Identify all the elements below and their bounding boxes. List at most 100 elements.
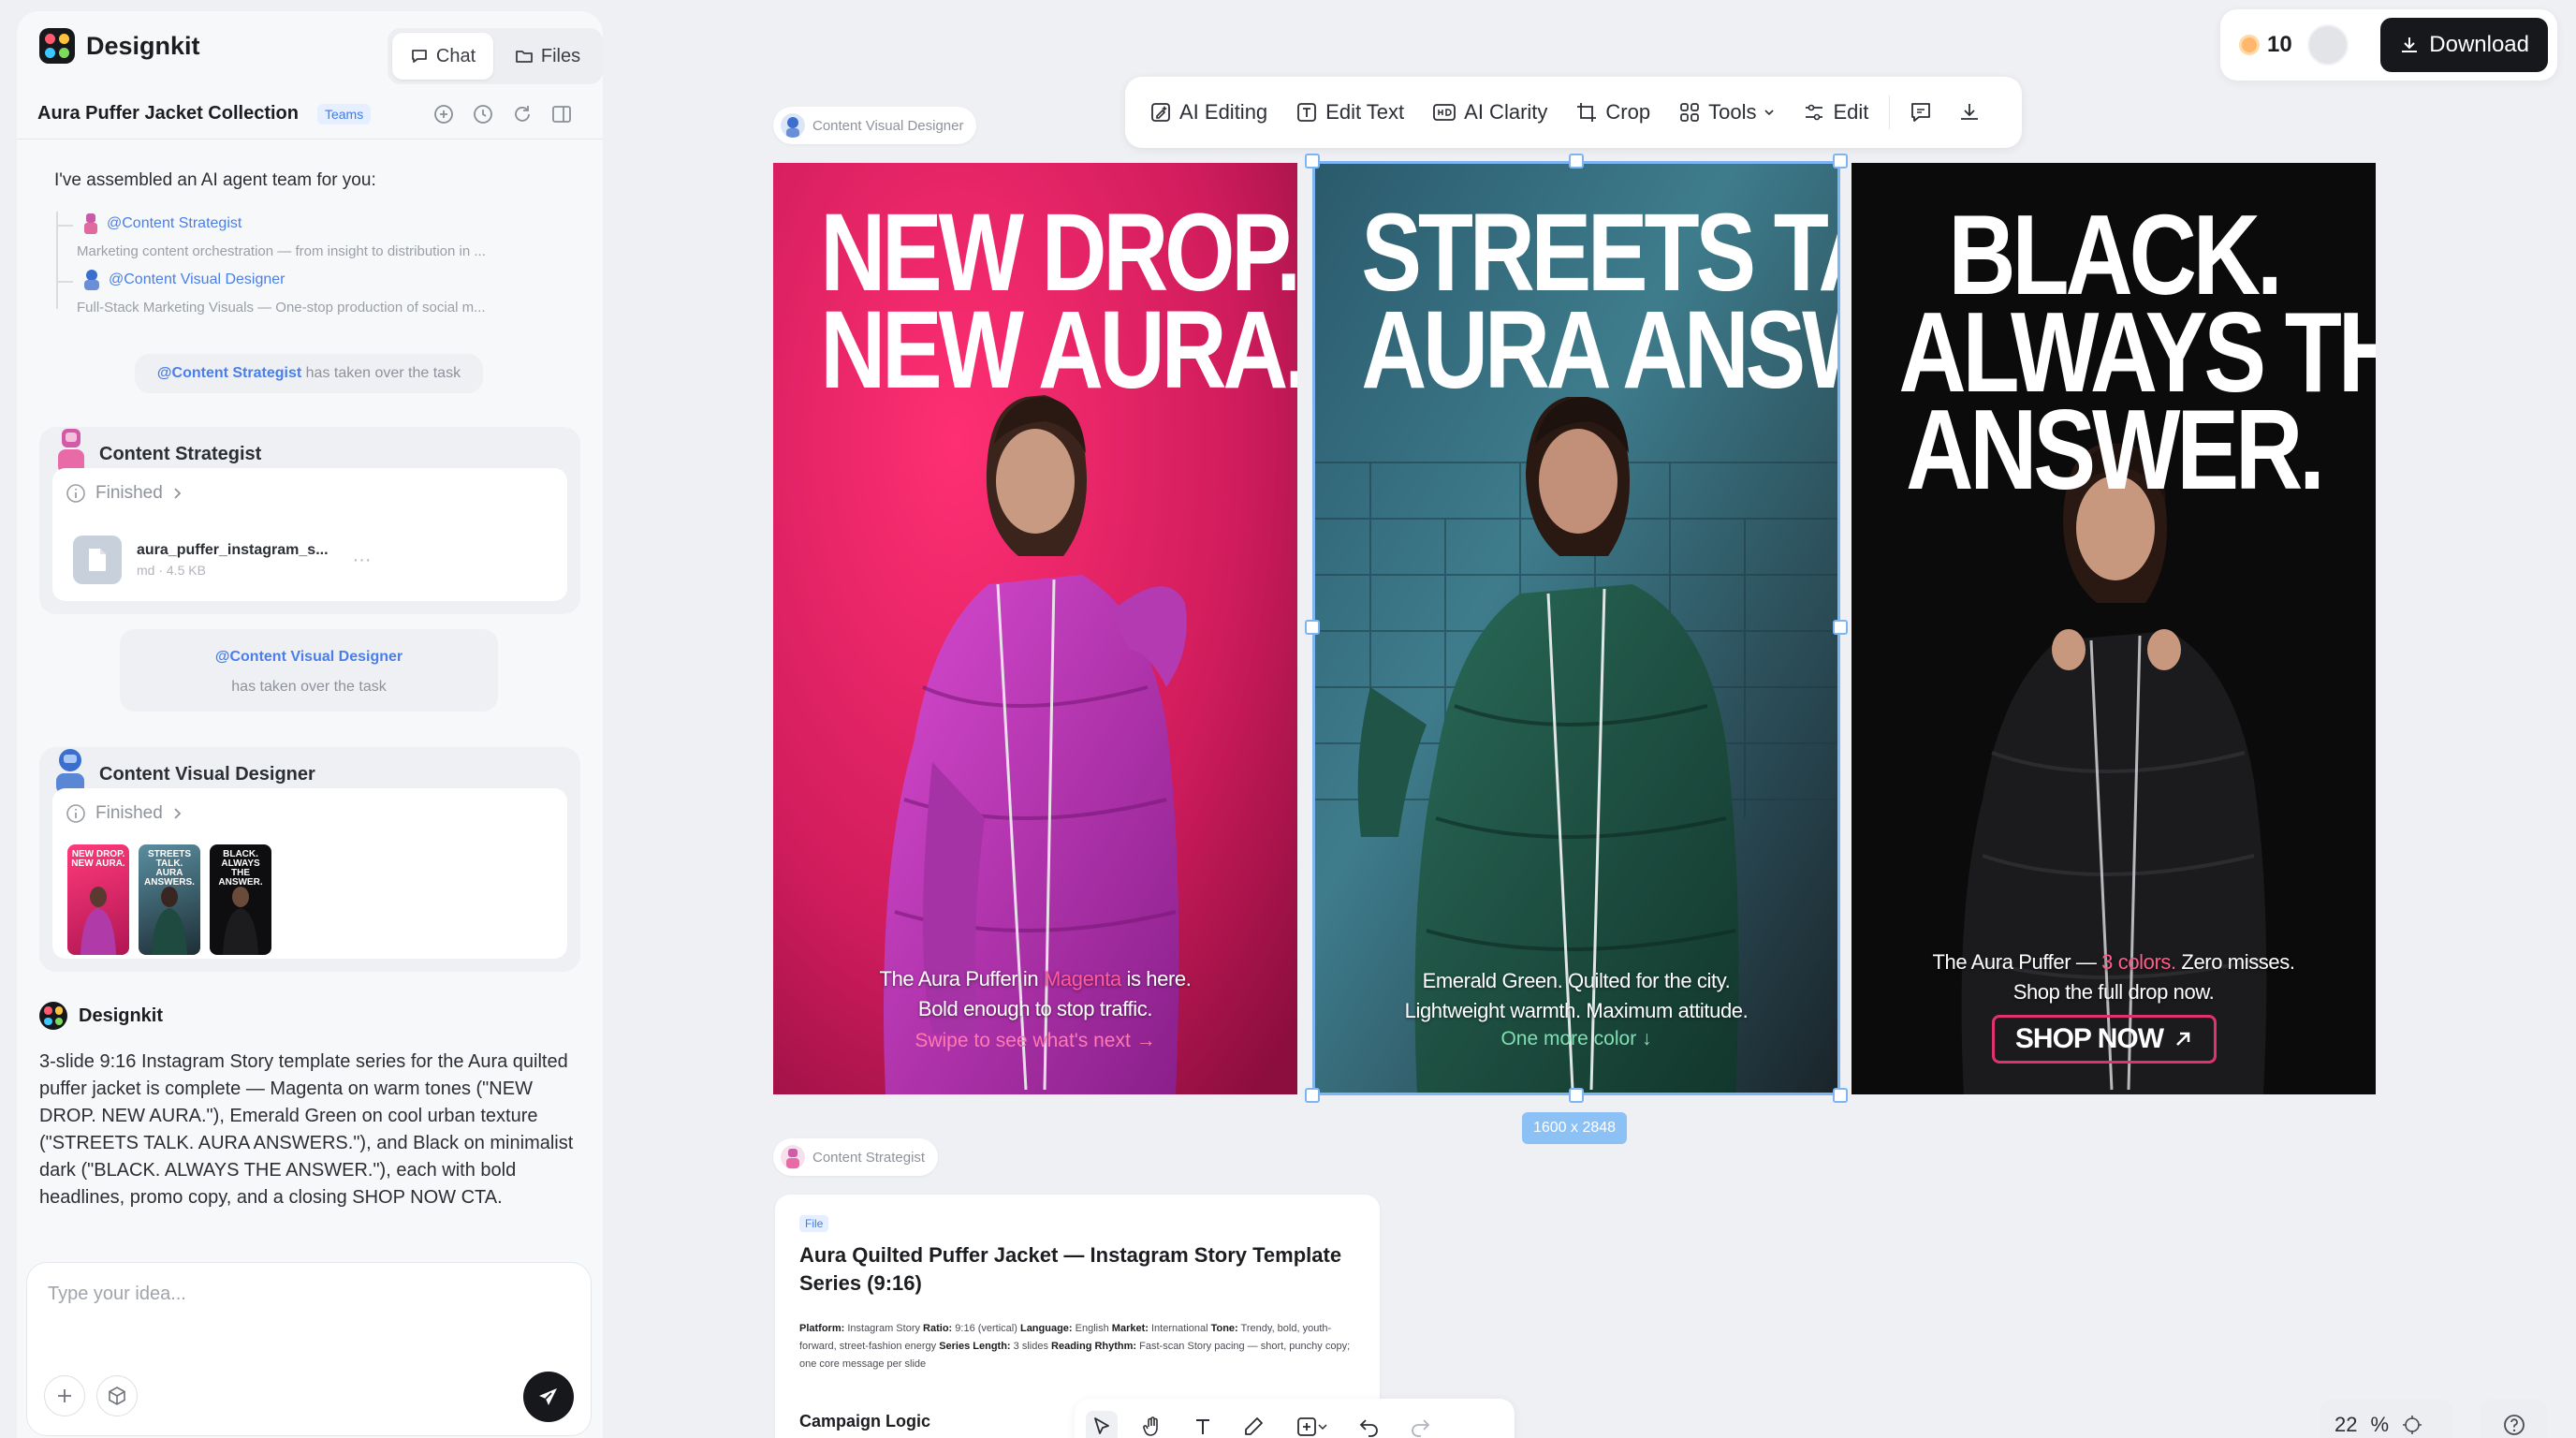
agent-entry-strategist[interactable]: @Content Strategist Marketing content or… — [77, 213, 588, 259]
tab-chat[interactable]: Chat — [392, 33, 493, 80]
visual-designer-avatar-icon — [84, 270, 99, 290]
status-label: Finished — [95, 483, 163, 503]
layout-panel-icon[interactable] — [550, 103, 573, 125]
shop-now-button[interactable]: SHOP NOW — [1992, 1015, 2217, 1064]
canvas-tools-bar — [1075, 1399, 1515, 1438]
headline-line: STREETS TALK. — [1361, 191, 1838, 315]
redo-icon — [1412, 1419, 1430, 1437]
copy-text: Shop the full drop now. — [2012, 980, 2215, 1004]
slide-3-headline[interactable]: BLACK. ALWAYS THE ANSWER. — [1898, 198, 2376, 506]
canvas-tag-strategist[interactable]: Content Strategist — [773, 1138, 939, 1176]
brush-tool[interactable] — [1237, 1411, 1269, 1438]
thumbnail-slide-2[interactable]: STREETS TALK. AURA ANSWERS. — [139, 844, 200, 955]
project-actions — [432, 103, 573, 125]
strategist-avatar-icon — [781, 1145, 805, 1169]
crop-button[interactable]: Crop — [1564, 87, 1661, 138]
chevron-down-icon — [1764, 110, 1775, 116]
resize-handle[interactable] — [1833, 154, 1848, 169]
edit-button[interactable]: Edit — [1792, 87, 1880, 138]
comment-button[interactable] — [1899, 87, 1942, 138]
headline-line: NEW AURA. — [820, 288, 1297, 412]
canvas-tag-visual-designer[interactable]: Content Visual Designer — [773, 107, 977, 144]
strategist-avatar-icon — [84, 213, 97, 234]
slide-1-headline[interactable]: NEW DROP. NEW AURA. — [820, 191, 1297, 412]
tools-dropdown[interactable]: Tools — [1667, 87, 1786, 138]
download-label: Download — [2429, 32, 2529, 57]
tools-label: Tools — [1708, 100, 1757, 124]
zoom-control[interactable]: 22 % — [2320, 1399, 2452, 1438]
tab-chat-label: Chat — [435, 45, 476, 66]
headline-line: NEW DROP. — [820, 191, 1297, 315]
resize-handle[interactable] — [1305, 154, 1320, 169]
folder-icon — [515, 51, 533, 63]
send-button[interactable] — [523, 1372, 574, 1422]
tab-files[interactable]: Files — [497, 33, 598, 80]
download-button[interactable]: Download — [2380, 18, 2548, 72]
tag-label: Content Strategist — [812, 1149, 926, 1166]
tab-files-label: Files — [540, 45, 581, 66]
credits-counter[interactable]: 10 — [2239, 32, 2292, 58]
resize-handle[interactable] — [1833, 1088, 1848, 1103]
cube-icon — [109, 1387, 125, 1405]
slide-1-copy[interactable]: The Aura Puffer in Magenta is here. Bold… — [773, 964, 1297, 1024]
handoff-text: has taken over the task — [305, 365, 461, 381]
undo-button[interactable] — [1354, 1411, 1385, 1438]
resize-handle[interactable] — [1569, 1088, 1584, 1103]
slide-2-copy[interactable]: Emerald Green. Quilted for the city. Lig… — [1314, 966, 1838, 1026]
file-meta: md · 4.5 KB — [137, 563, 206, 578]
copy-highlight: Magenta — [1043, 967, 1121, 990]
slide-2-cta[interactable]: One more color ↓ — [1314, 1028, 1838, 1050]
meta-value: 3 slides — [1010, 1341, 1052, 1352]
ai-editing-button[interactable]: AI Editing — [1138, 87, 1279, 138]
resize-handle[interactable] — [1305, 1088, 1320, 1103]
select-tool[interactable] — [1086, 1411, 1118, 1438]
chat-bubble-icon — [411, 50, 427, 63]
agent-mode-button[interactable] — [96, 1375, 138, 1416]
resize-handle[interactable] — [1305, 620, 1320, 635]
meta-key: Series Length: — [939, 1341, 1011, 1352]
ai-editing-label: AI Editing — [1179, 100, 1268, 124]
task-status[interactable]: Finished — [66, 483, 183, 504]
task-status[interactable]: Finished — [66, 803, 183, 824]
slide-2-headline[interactable]: STREETS TALK. AURA ANSWERS. — [1361, 191, 1838, 412]
text-tool[interactable] — [1187, 1411, 1219, 1438]
card-agent-name: Content Visual Designer — [99, 764, 315, 785]
insert-dropdown[interactable] — [1288, 1411, 1335, 1438]
more-options-icon[interactable]: ··· — [353, 550, 372, 571]
attach-button[interactable] — [44, 1375, 85, 1416]
slide-1-cta[interactable]: Swipe to see what's next → — [773, 1030, 1297, 1052]
history-icon[interactable] — [472, 103, 494, 125]
project-header: Aura Puffer Jacket Collection Teams — [37, 103, 372, 125]
user-avatar[interactable] — [2306, 24, 2349, 66]
refresh-icon[interactable] — [511, 103, 534, 125]
comment-icon — [1911, 103, 1931, 122]
story-slide-3[interactable]: BLACK. ALWAYS THE ANSWER. The Aura Puffe… — [1852, 163, 2376, 1094]
resize-handle[interactable] — [1569, 154, 1584, 169]
add-circle-icon[interactable] — [432, 103, 455, 125]
redo-button[interactable] — [1404, 1411, 1436, 1438]
story-slide-2[interactable]: STREETS TALK. AURA ANSWERS. Emerald Gree… — [1314, 163, 1838, 1094]
attached-file[interactable]: aura_puffer_instagram_s... md · 4.5 KB ·… — [73, 536, 541, 584]
edit-text-button[interactable]: Edit Text — [1284, 87, 1415, 138]
resize-handle[interactable] — [1833, 620, 1848, 635]
help-button[interactable] — [2481, 1399, 2548, 1438]
agent-entry-visual-designer[interactable]: @Content Visual Designer Full-Stack Mark… — [77, 270, 588, 315]
file-badge: File — [799, 1215, 829, 1232]
cursor-icon — [1094, 1417, 1109, 1434]
ai-clarity-button[interactable]: AI Clarity — [1421, 87, 1559, 138]
assistant-message-text: 3-slide 9:16 Instagram Story template se… — [39, 1051, 574, 1208]
story-slide-1[interactable]: NEW DROP. NEW AURA. The Aura Puffer in M… — [773, 163, 1297, 1094]
document-meta: Platform: Instagram Story Ratio: 9:16 (v… — [799, 1320, 1361, 1373]
hand-tool[interactable] — [1136, 1411, 1168, 1438]
chat-input-placeholder[interactable]: Type your idea... — [48, 1284, 186, 1305]
account-bar: 10 Download — [2220, 9, 2557, 81]
download-image-button[interactable] — [1948, 87, 1991, 138]
slide-3-copy[interactable]: The Aura Puffer — 3 colors. Zero misses.… — [1852, 947, 2376, 1007]
fit-screen-icon[interactable] — [2402, 1415, 2422, 1435]
thumbnail-slide-3[interactable]: BLACK. ALWAYS THE ANSWER. — [210, 844, 271, 955]
thumbnail-slide-1[interactable]: NEW DROP. NEW AURA. — [67, 844, 129, 955]
brand[interactable]: Designkit — [39, 28, 200, 64]
chat-input-box[interactable]: Type your idea... — [26, 1262, 592, 1436]
headline-line: AURA ANSWERS. — [1361, 288, 1838, 412]
copy-highlight: 3 colors. — [2101, 950, 2176, 974]
